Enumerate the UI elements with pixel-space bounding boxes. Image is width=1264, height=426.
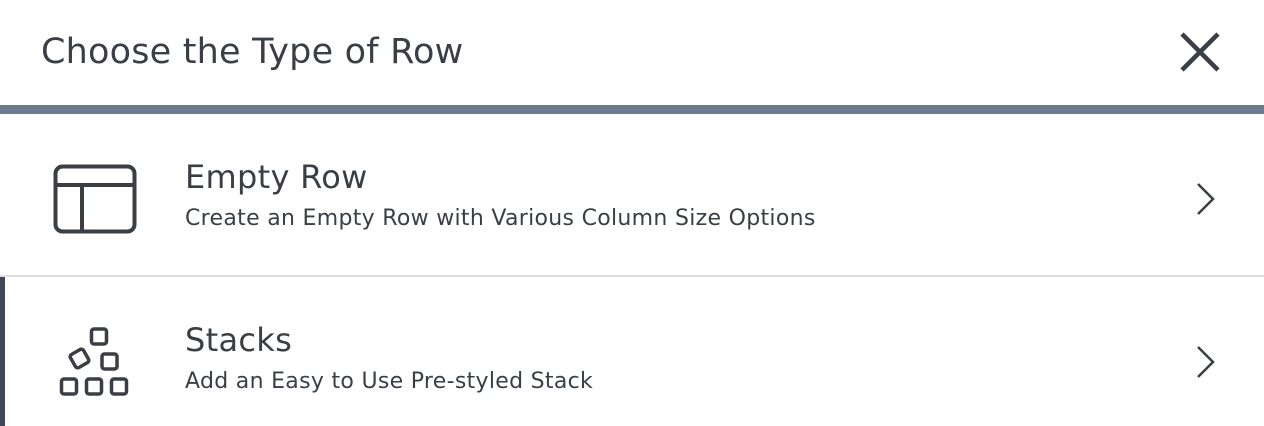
option-empty-row[interactable]: Empty Row Create an Empty Row with Vario… [0, 114, 1264, 277]
option-description: Create an Empty Row with Various Column … [185, 206, 816, 231]
option-title: Stacks [185, 321, 293, 359]
blocks-icon [59, 327, 129, 396]
close-button[interactable] [1172, 24, 1228, 80]
choose-row-type-dialog: Choose the Type of Row Empty Row Create … [0, 0, 1264, 426]
dialog-header: Choose the Type of Row [0, 0, 1264, 105]
layout-icon [53, 164, 137, 234]
header-divider-bar [0, 105, 1264, 114]
chevron-right-icon [1197, 183, 1215, 215]
selected-accent-bar [0, 277, 5, 426]
dialog-title: Choose the Type of Row [41, 32, 464, 72]
option-title: Empty Row [185, 158, 368, 196]
option-stacks[interactable]: Stacks Add an Easy to Use Pre-styled Sta… [0, 277, 1264, 426]
chevron-right-icon [1197, 346, 1215, 378]
option-description: Add an Easy to Use Pre-styled Stack [185, 369, 594, 394]
close-icon [1180, 32, 1220, 72]
